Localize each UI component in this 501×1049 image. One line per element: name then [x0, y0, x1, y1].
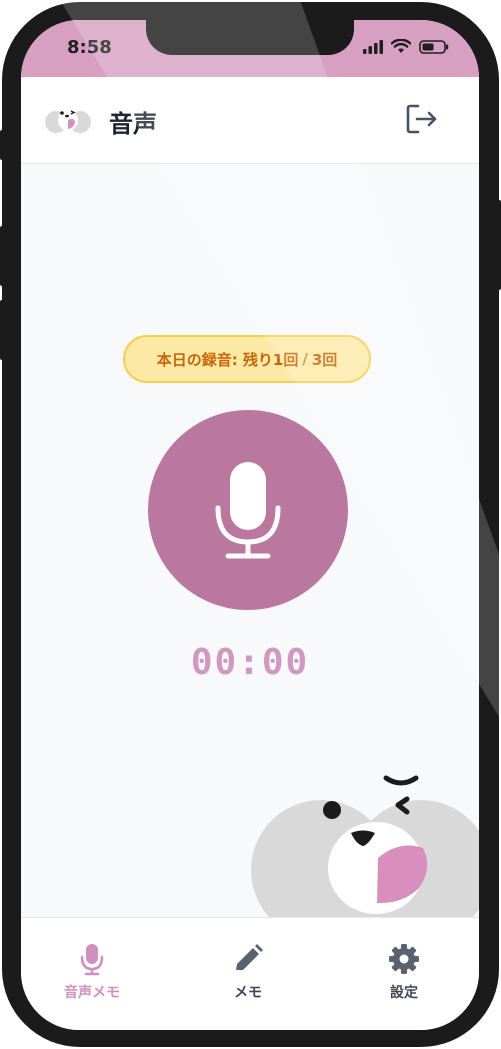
mascot-illustration — [251, 775, 479, 930]
side-button-right — [497, 200, 501, 290]
app-header: 音声 — [21, 77, 479, 164]
recording-timer: 00:00 — [190, 642, 310, 683]
microphone-icon — [80, 944, 104, 976]
bottom-tab-bar: 音声メモ メモ 設定 — [21, 917, 479, 1030]
tab-voice-memo[interactable]: 音声メモ — [37, 942, 147, 1012]
record-button[interactable] — [148, 410, 348, 610]
logout-icon[interactable] — [404, 102, 440, 136]
app-screen: 8:58 音声 本日の録音: 残り1回 / 3回 00:00 音声メモ メモ 設… — [21, 20, 479, 1030]
tab-voice-memo-label: 音声メモ — [64, 985, 120, 1001]
battery-icon — [419, 39, 449, 54]
side-button-left-top — [0, 130, 4, 160]
microphone-icon — [215, 462, 281, 559]
status-time: 8:58 — [67, 37, 112, 58]
side-button-left-mid — [0, 226, 4, 286]
daily-quota-badge: 本日の録音: 残り1回 / 3回 — [123, 335, 371, 383]
signal-icon — [363, 39, 383, 54]
quota-separator: / — [302, 350, 308, 368]
quota-remaining: 本日の録音: 残り1回 — [156, 350, 299, 369]
pencil-icon — [236, 944, 263, 970]
page-title: 音声 — [109, 110, 157, 138]
side-button-left-bottom — [0, 300, 4, 360]
quota-total: 3回 — [311, 350, 338, 369]
status-icons — [363, 39, 449, 54]
status-bar: 8:58 — [21, 20, 479, 77]
tab-settings-label: 設定 — [390, 985, 418, 1001]
wifi-icon — [391, 39, 411, 53]
gear-icon — [389, 944, 419, 974]
tab-memo-label: メモ — [234, 985, 262, 1001]
tab-memo[interactable]: メモ — [193, 942, 303, 1012]
tab-settings[interactable]: 設定 — [349, 942, 459, 1012]
notch — [146, 20, 354, 55]
app-logo — [45, 109, 91, 133]
